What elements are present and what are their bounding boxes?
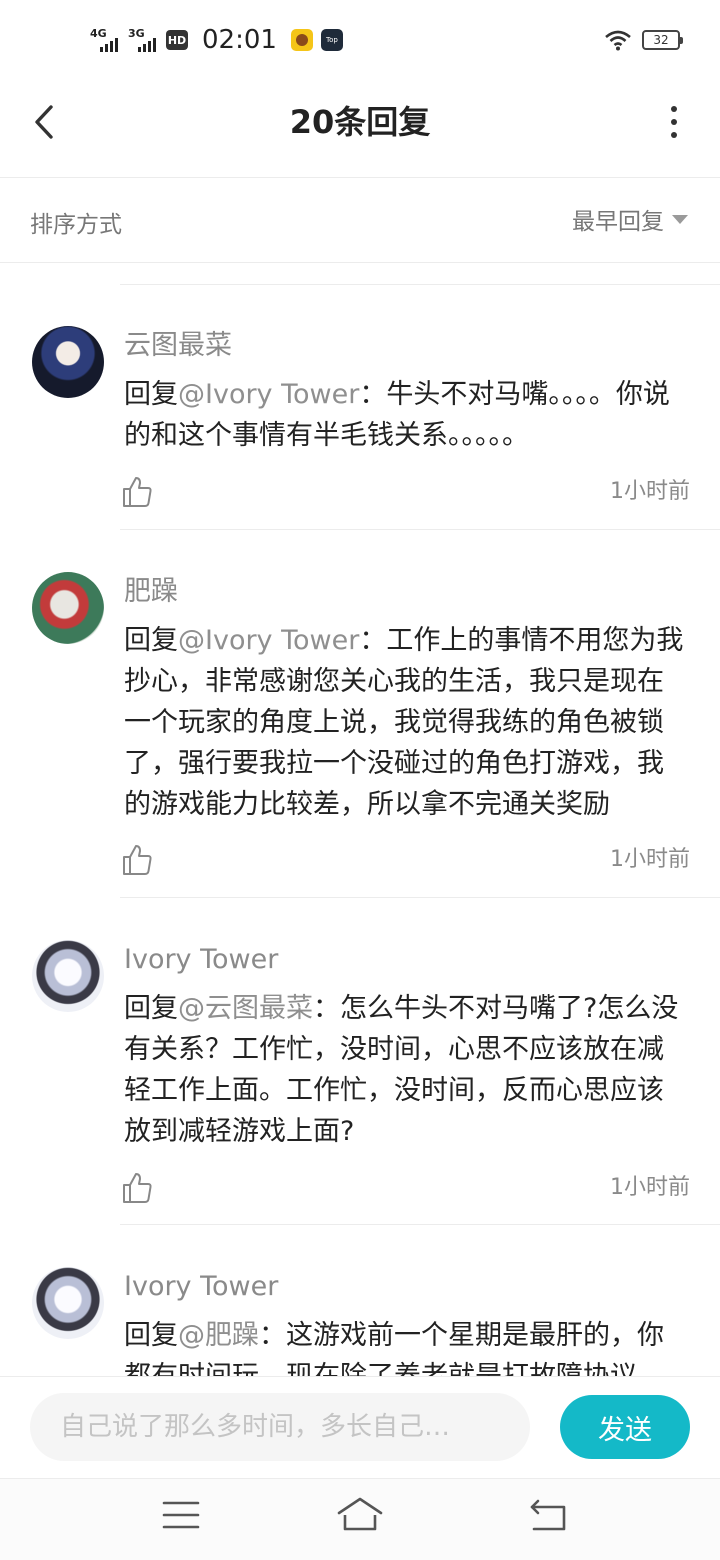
comment-text: 回复@云图最菜：怎么牛头不对马嘴了?怎么没有关系？工作忙，没时间，心思不应该放在… [124,988,690,1152]
menu-icon[interactable] [156,1493,206,1537]
reply-prefix: 回复 [124,379,178,410]
reply-composer: 自己说了那么多时间，多长自己… 发送 [0,1376,720,1478]
comment-author[interactable]: 云图最菜 [124,328,690,364]
avatar[interactable] [32,326,104,398]
comment-author[interactable]: Ivory Tower [124,1269,690,1305]
like-icon[interactable] [120,843,154,877]
status-time: 02:01 [202,25,277,55]
avatar[interactable] [32,940,104,1012]
app-header: 20条回复 [0,80,720,178]
reply-mention[interactable]: @Ivory Tower [178,625,359,656]
send-button[interactable]: 发送 [560,1395,690,1459]
avatar[interactable] [32,1267,104,1339]
status-right: 32 [604,26,683,54]
system-nav-bar [0,1478,720,1560]
sort-bar: 排序方式 最早回复 [0,179,720,263]
signal-4g-icon: 4G [90,28,120,52]
app-notification-icon [290,29,313,51]
status-left: 4G 3G HD 02:01 Top [90,24,343,56]
avatar[interactable] [32,572,104,644]
reply-mention[interactable]: @云图最菜 [178,993,313,1024]
comment-text: 回复@Ivory Tower：牛头不对马嘴。。。。你说的和这个事情有半毛钱关系。… [124,374,690,456]
comment-author[interactable]: 肥躁 [124,574,690,610]
more-options-button[interactable] [664,102,684,142]
battery-icon: 32 [642,30,683,50]
signal-3g-icon: 3G [128,28,158,52]
more-vertical-icon [671,106,677,112]
sort-dropdown[interactable]: 最早回复 [572,201,688,237]
sort-label: 排序方式 [30,212,122,238]
home-icon[interactable] [335,1493,385,1537]
like-icon[interactable] [120,1171,154,1205]
hd-icon: HD [166,30,188,50]
sort-selected: 最早回复 [572,209,664,235]
reply-prefix: 回复 [124,993,178,1024]
comment-time: 1小时前 [610,847,690,872]
comment-footer: 1小时前 [120,475,690,509]
reply-prefix: 回复 [124,1320,178,1351]
comment-text: 回复@Ivory Tower：工作上的事情不用您为我抄心，非常感谢您关心我的生活… [124,620,690,825]
reply-mention[interactable]: @肥躁 [178,1320,259,1351]
caret-down-icon [672,214,688,224]
app-top-icon: Top [320,29,343,51]
comment-time: 1小时前 [610,1175,690,1200]
reply-input[interactable]: 自己说了那么多时间，多长自己… [30,1393,530,1461]
return-icon[interactable] [524,1493,574,1537]
divider [120,1224,720,1225]
comment-author[interactable]: Ivory Tower [124,942,690,978]
comment-footer: 1小时前 [120,843,690,877]
status-bar: 4G 3G HD 02:01 Top 32 [0,0,720,80]
divider [120,284,720,285]
comment-footer: 1小时前 [120,1171,690,1205]
reply-prefix: 回复 [124,625,178,656]
like-icon[interactable] [120,475,154,509]
comment-time: 1小时前 [610,479,690,504]
page-title: 20条回复 [289,103,431,141]
reply-mention[interactable]: @Ivory Tower [178,379,359,410]
wifi-icon [605,30,631,51]
divider [120,529,720,530]
divider [120,897,720,898]
